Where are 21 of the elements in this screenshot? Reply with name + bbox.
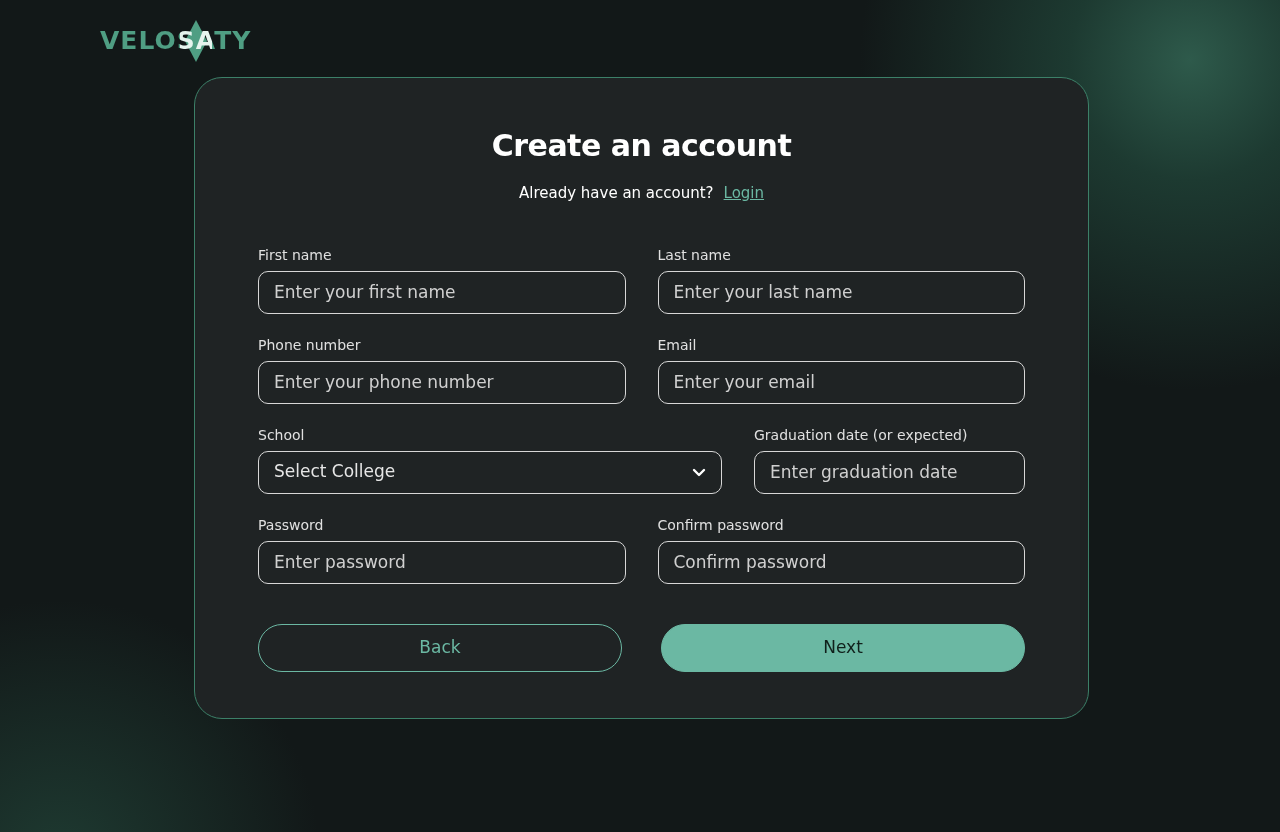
- next-button[interactable]: Next: [661, 623, 1025, 672]
- field-label: Password: [258, 515, 325, 535]
- input-field[interactable]: Enter password: [258, 540, 626, 584]
- field-label: Graduation date (or expected): [754, 425, 969, 445]
- field-label: Confirm password: [657, 515, 785, 535]
- input-field[interactable]: Enter your email: [657, 360, 1025, 404]
- input-field[interactable]: Enter your first name: [258, 270, 626, 314]
- chevron-down-icon: [692, 467, 706, 477]
- input-field[interactable]: Enter your phone number: [258, 360, 626, 404]
- login-link[interactable]: Login: [723, 184, 765, 202]
- field-label: Phone number: [258, 335, 362, 355]
- input-field[interactable]: Confirm password: [657, 540, 1025, 584]
- field-label: School: [258, 425, 306, 445]
- login-prompt: Already have an account?: [518, 184, 714, 202]
- select-field[interactable]: Select College: [258, 450, 722, 494]
- input-field[interactable]: Enter your last name: [657, 270, 1025, 314]
- input-field[interactable]: Enter graduation date: [754, 450, 1025, 494]
- field-label: Email: [657, 335, 698, 355]
- field-label: First name: [258, 245, 333, 265]
- form-title: Create an account: [490, 128, 793, 164]
- field-label: Last name: [657, 245, 732, 265]
